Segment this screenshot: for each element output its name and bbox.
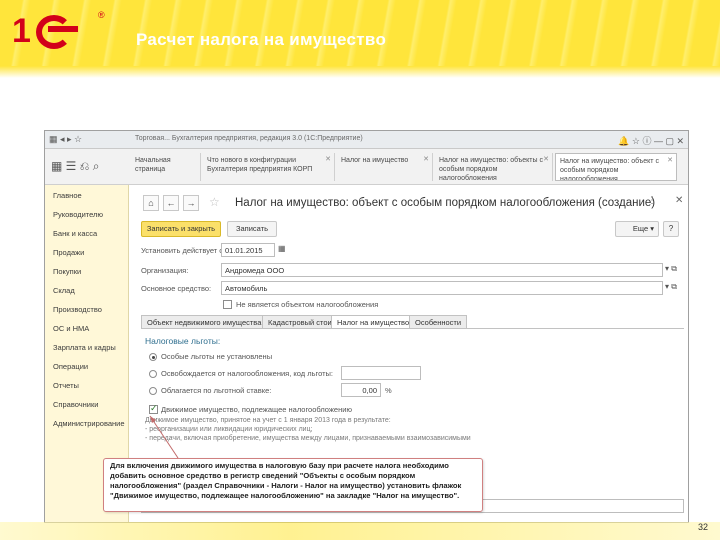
chevron-down-icon[interactable]: ▾ ⧉ [665,282,677,292]
tab-special-object-label: Налог на имущество: объект с особым поря… [560,158,659,181]
callout-box: Для включения движимого имущества в нало… [103,458,483,512]
tab-property-tax[interactable]: Налог на имущество ✕ [337,153,433,181]
organization-label: Организация: [141,266,189,275]
tab-special-objects-label: Налог на имущество: объекты с особым пор… [439,157,543,181]
open-tabs-bar: ▦ ☰ ⎌ ⌕ Начальная страница Что нового в … [45,149,688,185]
form-tabs: Объект недвижимого имущества Кадастровый… [141,315,471,329]
sidebar-item-operations[interactable]: Операции [53,362,88,371]
tab-features[interactable]: Особенности [409,315,468,329]
help-button[interactable]: ? [663,221,679,237]
rate-unit: % [385,386,392,395]
more-button-label: Еще [632,224,649,233]
sidebar-item-payroll[interactable]: Зарплата и кадры [53,343,116,352]
logo-registered-mark: ® [98,10,105,20]
slide-title: Расчет налога на имущество [136,30,387,49]
arrow-right-icon[interactable]: → [183,195,199,211]
radio-reduced-rate-label: Облагается по льготной ставке: [161,386,272,395]
tab-property-tax-label: Налог на имущество [341,157,409,164]
radio-reduced-rate[interactable] [149,387,157,395]
tab-home-label: Начальная страница [135,157,171,173]
tab-whats-new-label: Что нового в конфигурации Бухгалтерия пр… [207,157,313,173]
hint-line-3: - передачи, включая приобретение, имущес… [145,435,471,442]
callout-text: Для включения движимого имущества в нало… [110,461,462,500]
sidebar-item-admin[interactable]: Администрирование [53,419,125,428]
rate-field[interactable]: 0,00 [341,383,381,397]
sidebar-item-bank[interactable]: Банк и касса [53,229,97,238]
slide-header: 1 ® Расчет налога на имущество [0,0,720,78]
tab-home[interactable]: Начальная страница [131,153,201,181]
more-vertical-icon[interactable]: ⋮ [647,195,657,206]
logo-c-ring [36,15,72,49]
hint-line-2: - реорганизации или ликвидации юридическ… [145,426,313,433]
not-taxable-checkbox[interactable] [223,300,232,309]
close-icon[interactable]: ✕ [675,195,683,206]
arrow-left-icon[interactable]: ← [163,195,179,211]
more-button[interactable]: Еще ▾ [615,221,659,237]
window-title: Торговая... Бухгалтерия предприятия, ред… [135,135,363,142]
close-icon[interactable]: ✕ [423,155,429,164]
benefit-code-field[interactable] [341,366,421,380]
radio-no-benefits-label: Особые льготы не установлены [161,352,273,361]
footer-stripe [0,522,720,540]
sidebar-item-catalogs[interactable]: Справочники [53,400,98,409]
tab-real-estate[interactable]: Объект недвижимого имущества [141,315,268,329]
sidebar-item-production[interactable]: Производство [53,305,102,314]
chevron-down-icon[interactable]: ▾ ⧉ [665,264,677,274]
star-icon[interactable]: ☆ [209,195,220,209]
asset-label: Основное средство: [141,284,212,293]
not-taxable-label: Не является объектом налогообложения [236,300,379,309]
movable-property-label: Движимое имущество, подлежащее налогообл… [161,405,353,414]
logo-digit: 1 [12,12,31,50]
radio-exempt-label: Освобождается от налогообложения, код ль… [161,369,334,378]
date-label: Установить действует с: [141,246,226,255]
sidebar-item-main[interactable]: Главное [53,191,82,200]
close-icon[interactable]: ✕ [667,156,673,165]
window-titlebar: ▦ ◂ ▸ ☆ Торговая... Бухгалтерия предприя… [45,131,688,149]
radio-no-benefits[interactable] [149,353,157,361]
window-controls[interactable]: 🔔 ☆ ⓘ — ▢ ✕ [618,134,684,147]
close-icon[interactable]: ✕ [325,155,331,164]
sidebar-item-warehouse[interactable]: Склад [53,286,75,295]
sidebar-item-assets[interactable]: ОС и НМА [53,324,89,333]
save-and-close-button[interactable]: Записать и закрыть [141,221,221,237]
sidebar-item-sales[interactable]: Продажи [53,248,84,257]
sidebar-item-purchases[interactable]: Покупки [53,267,81,276]
sidebar-item-manager[interactable]: Руководителю [53,210,103,219]
organization-field[interactable]: Андромеда ООО [221,263,663,277]
titlebar-icons[interactable]: ▦ ◂ ▸ ☆ [49,134,82,145]
asset-field[interactable]: Автомобиль [221,281,663,295]
tab-property-tax-form[interactable]: Налог на имущество [331,315,416,329]
movable-property-checkbox[interactable] [149,403,158,414]
tab-special-objects[interactable]: Налог на имущество: объекты с особым пор… [435,153,553,181]
tab-special-object[interactable]: Налог на имущество: объект с особым поря… [555,153,677,181]
close-icon[interactable]: ✕ [543,155,549,164]
logo-1c: 1 ® [8,10,108,52]
date-field[interactable]: 01.01.2015 [221,243,275,257]
logo-c-bar [48,26,78,32]
form-title: Налог на имущество: объект с особым поря… [235,197,656,209]
toolbar-icons[interactable]: ▦ ☰ ⎌ ⌕ [51,159,99,174]
group-title: Налоговые льготы: [145,336,221,346]
tab-whats-new[interactable]: Что нового в конфигурации Бухгалтерия пр… [203,153,335,181]
radio-exempt[interactable] [149,370,157,378]
home-icon[interactable]: ⌂ [143,195,159,211]
page-number: 32 [697,522,708,532]
hint-line-1: Движимое имущество, принятое на учет с 1… [145,417,391,424]
sidebar-item-reports[interactable]: Отчеты [53,381,79,390]
calendar-icon[interactable]: ▦ [278,244,286,253]
write-button[interactable]: Записать [227,221,277,237]
